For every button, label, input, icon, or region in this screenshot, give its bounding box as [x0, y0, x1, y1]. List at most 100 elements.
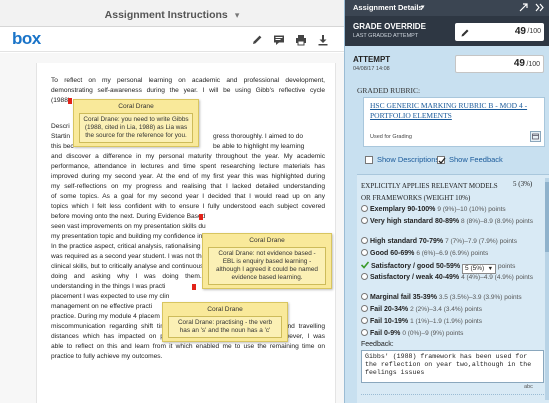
- note-text: Coral Drane: you need to write Gibbs (19…: [79, 113, 193, 143]
- annotation-note[interactable]: Coral Drane Coral Drane: you need to wri…: [73, 99, 199, 147]
- points-dropdown-value: 5 (5%): [465, 265, 485, 272]
- level-radio[interactable]: [361, 305, 368, 312]
- document-line: seen vast improvements on my presentatio…: [51, 223, 206, 230]
- level-points: 0 (0%)–9 (9%) points: [402, 330, 464, 337]
- show-feedback-checkbox[interactable]: [437, 156, 446, 164]
- level-points: 4 (4%)–4.9 (4.9%) points: [461, 274, 533, 281]
- criterion-name: EXPLICITLY APPLIES RELEVANT MODELS OR FR…: [361, 182, 498, 202]
- level-radio[interactable]: [361, 317, 368, 324]
- attempt-score-field[interactable]: 49 /100: [455, 55, 544, 73]
- rubric-level[interactable]: High standard 70-79% 7 (7%)–7.9 (7.9%) p…: [361, 237, 546, 247]
- document-line: improved during my second year. At the e…: [51, 173, 325, 180]
- box-logo: box: [12, 29, 41, 48]
- document-line: Startin: [51, 133, 71, 140]
- level-radio[interactable]: [361, 273, 368, 280]
- annotation-marker[interactable]: [192, 284, 196, 290]
- document-line: To reflect on my personal learning on ac…: [51, 77, 325, 84]
- note-author: Coral Drane: [249, 237, 285, 244]
- spellcheck-icon[interactable]: abc: [524, 384, 533, 390]
- scrollbar-thumb[interactable]: [545, 182, 549, 252]
- pencil-icon[interactable]: [249, 32, 265, 48]
- document-viewer[interactable]: To reflect on my personal learning on ac…: [0, 53, 344, 403]
- note-author: Coral Drane: [207, 306, 243, 313]
- graded-rubric-label: GRADED RUBRIC:: [357, 86, 421, 95]
- document-line: before moving onto the next. During Evid…: [51, 213, 206, 220]
- document-line: Descri: [51, 123, 70, 130]
- document-line: and discover a difference in my personal…: [51, 153, 325, 160]
- document-line: performance, attendance in lectures and …: [51, 163, 325, 170]
- note-author: Coral Drane: [118, 103, 154, 110]
- download-icon[interactable]: [315, 32, 331, 48]
- assignment-details-header[interactable]: Assignment Details ▾: [345, 0, 549, 16]
- grade-override-label: GRADE OVERRIDE: [353, 22, 426, 31]
- level-name: Very high standard 80-89%: [370, 218, 460, 225]
- chevron-down-icon: ▼: [487, 266, 494, 272]
- document-line: In the practice aspect, critical analysi…: [51, 243, 210, 250]
- level-name: Marginal fail 35-39%: [370, 294, 437, 301]
- rubric-used-for: Used for Grading: [370, 134, 412, 140]
- level-radio[interactable]: [361, 249, 368, 256]
- chevron-down-icon[interactable]: ▾: [235, 10, 240, 21]
- chevron-down-icon[interactable]: ▾: [421, 3, 425, 11]
- show-feedback-label[interactable]: Show Feedback: [449, 155, 503, 164]
- level-points: 3.5 (3.5%)–3.9 (3.9%) points: [438, 294, 522, 301]
- rubric-level[interactable]: Fail 0-9% 0 (0%)–9 (9%) points: [361, 329, 546, 339]
- level-name: Fail 0-9%: [370, 330, 401, 337]
- note-text: Coral Drane: practising - the verb has a…: [168, 316, 282, 338]
- rubric-level[interactable]: Fail 20-34% 2 (2%)–3.4 (3.4%) points: [361, 305, 546, 315]
- document-line: understanding in the things I was practi: [51, 283, 166, 290]
- level-name: Fail 20-34%: [370, 306, 409, 313]
- level-radio[interactable]: [361, 293, 368, 300]
- grade-override-field[interactable]: 49 /100: [455, 23, 544, 41]
- level-name: Satisfactory / good 50-59%: [371, 263, 461, 270]
- document-line: gress thoroughly. I aimed to do: [213, 133, 304, 140]
- annotation-marker[interactable]: [199, 214, 203, 220]
- rubric-level[interactable]: Good 60-69% 6 (6%)–6.9 (6.9%) points: [361, 249, 546, 259]
- level-points: 7 (7%)–7.9 (7.9%) points: [445, 238, 517, 245]
- pencil-icon[interactable]: [460, 26, 470, 38]
- rubric-level[interactable]: Satisfactory / weak 40-49% 4 (4%)–4.9 (4…: [361, 273, 546, 283]
- instructions-title: Assignment Instructions: [104, 9, 228, 21]
- document-line: demonstrating self-awareness during the …: [51, 87, 325, 94]
- print-icon[interactable]: [293, 32, 309, 48]
- level-name: Satisfactory / weak 40-49%: [370, 274, 460, 281]
- comment-icon[interactable]: [271, 32, 287, 48]
- attempt-date: 04/08/17 14:08: [353, 66, 390, 72]
- attempt-total: /100: [526, 61, 540, 68]
- show-descriptions-label[interactable]: Show Descriptions: [377, 155, 439, 164]
- level-name: Good 60-69%: [370, 250, 415, 257]
- check-icon: [360, 261, 370, 273]
- criterion-panel: EXPLICITLY APPLIES RELEVANT MODELS OR FR…: [357, 174, 549, 403]
- level-points: 2 (2%)–3.4 (3.4%) points: [410, 306, 482, 313]
- annotation-note[interactable]: Coral Drane Coral Drane: practising - th…: [162, 302, 288, 342]
- level-radio[interactable]: [361, 205, 368, 212]
- level-radio[interactable]: [361, 237, 368, 244]
- rubric-view-icon[interactable]: [530, 131, 541, 142]
- rubric-level[interactable]: Very high standard 80-89% 8 (8%)–8.9 (8.…: [361, 217, 546, 227]
- rubric-name-link[interactable]: HSC GENERIC MARKING RUBRIC B - MOD 4 - P…: [370, 101, 534, 121]
- attempt-score: 49: [513, 58, 525, 69]
- show-descriptions-checkbox[interactable]: [365, 156, 373, 164]
- sidebar-scrollbar[interactable]: [545, 178, 549, 400]
- feedback-textarea[interactable]: Gibbs' (1988) framework has been used fo…: [361, 350, 544, 383]
- annotation-marker[interactable]: [68, 98, 72, 104]
- rubric-level[interactable]: Marginal fail 35-39% 3.5 (3.5%)–3.9 (3.9…: [361, 293, 546, 303]
- rubric-options: Show Descriptions Show Feedback: [357, 153, 545, 173]
- rubric-level[interactable]: Fail 10-19% 1 (1%)–1.9 (1.9%) points: [361, 317, 546, 327]
- document-line: clinical skills, but to critically analy…: [51, 263, 206, 270]
- document-line: topics which I felt less confident with …: [51, 203, 325, 210]
- document-line: practice to fully achieve my outcomes.: [51, 353, 163, 360]
- level-points: 1 (1%)–1.9 (1.9%) points: [410, 318, 482, 325]
- last-graded-attempt-label: LAST GRADED ATTEMPT: [353, 33, 419, 39]
- rubric-card: HSC GENERIC MARKING RUBRIC B - MOD 4 - P…: [363, 97, 545, 147]
- instructions-header[interactable]: Assignment Instructions ▾: [0, 0, 344, 27]
- collapse-right-icon[interactable]: [535, 3, 544, 12]
- level-radio[interactable]: [361, 329, 368, 336]
- expand-icon[interactable]: [519, 3, 528, 12]
- attempt-section: ATTEMPT 04/08/17 14:08 49 /100: [345, 52, 549, 78]
- document-line: my self-reflections on my progress and r…: [51, 183, 325, 190]
- rubric-level[interactable]: Exemplary 90-100% 9 (9%)–10 (10%) points: [361, 205, 546, 215]
- annotation-note[interactable]: Coral Drane Coral Drane: not evidence ba…: [202, 233, 332, 289]
- level-radio[interactable]: [361, 217, 368, 224]
- note-text: Coral Drane: not evidence based - EBL is…: [208, 247, 326, 285]
